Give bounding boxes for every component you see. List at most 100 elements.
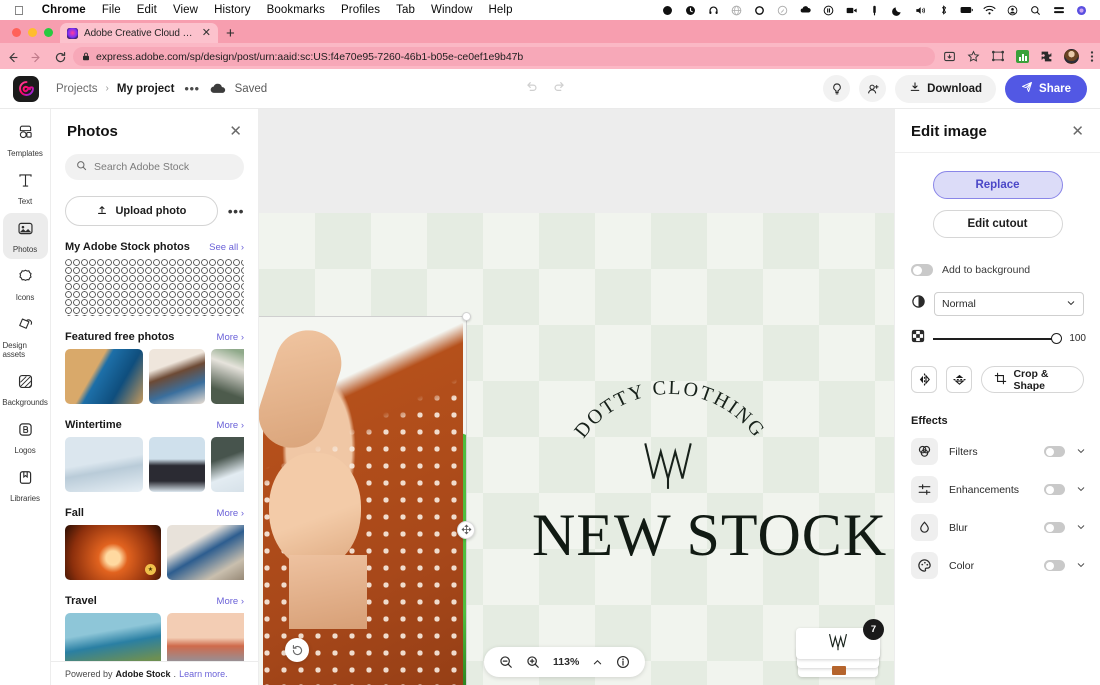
page-count-badge[interactable]: 7 (863, 619, 884, 640)
color-toggle[interactable] (1044, 560, 1065, 571)
menu-item-profiles[interactable]: Profiles (333, 4, 388, 16)
chevron-down-icon[interactable] (1076, 484, 1086, 496)
control-center-icon[interactable] (1052, 4, 1065, 17)
wifi-icon[interactable] (983, 4, 996, 17)
chevron-down-icon[interactable] (1076, 446, 1086, 458)
browser-tab[interactable]: Adobe Creative Cloud Express ✕ (60, 23, 218, 43)
search-input[interactable] (94, 161, 233, 173)
effect-row-color[interactable]: Color (895, 541, 1100, 579)
menu-item-window[interactable]: Window (423, 4, 481, 16)
maximize-window-button[interactable] (44, 28, 53, 37)
canvas-area[interactable]: DOTTY CLOTHING NEW STOCK 113% 7 (259, 109, 894, 685)
opacity-slider[interactable] (933, 332, 1062, 344)
upload-photo-button[interactable]: Upload photo (65, 196, 218, 226)
bluetooth-icon[interactable] (937, 4, 950, 17)
menu-item-file[interactable]: File (94, 4, 129, 16)
settings-icon[interactable] (776, 4, 789, 17)
pause-icon[interactable] (822, 4, 835, 17)
minimize-window-button[interactable] (28, 28, 37, 37)
chevron-down-icon[interactable] (1076, 560, 1086, 572)
globe-icon[interactable] (730, 4, 743, 17)
info-icon[interactable] (616, 655, 630, 669)
photo-thumbnail[interactable] (65, 349, 143, 404)
undo-icon[interactable] (525, 79, 539, 98)
photo-thumbnail[interactable] (149, 437, 205, 492)
breadcrumb-projects[interactable]: Projects (56, 83, 98, 95)
circle-icon[interactable] (753, 4, 766, 17)
chevron-up-icon[interactable] (592, 657, 603, 668)
clock-icon[interactable] (684, 4, 697, 17)
headline-text[interactable]: NEW STOCK (532, 501, 887, 570)
share-button[interactable]: Share (1005, 74, 1087, 103)
redo-icon[interactable] (552, 79, 566, 98)
sidebar-item-text[interactable]: Text (3, 165, 48, 211)
breadcrumb-current-project[interactable]: My project (117, 83, 175, 95)
flip-vertical-icon[interactable] (946, 366, 973, 393)
chrome-menu-icon[interactable] (1090, 50, 1094, 63)
photo-thumbnail[interactable]: ★ (65, 525, 161, 580)
screen-record-icon[interactable] (845, 4, 858, 17)
clip-icon[interactable] (868, 4, 881, 17)
photo-thumbnail[interactable] (149, 349, 205, 404)
stock-placeholder-grid[interactable] (65, 259, 244, 316)
menu-item-history[interactable]: History (206, 4, 258, 16)
headphone-icon[interactable] (707, 4, 720, 17)
search-icon[interactable] (1029, 4, 1042, 17)
close-icon[interactable]: ✕ (202, 27, 211, 39)
project-menu-button[interactable]: ••• (184, 81, 199, 96)
dropbox-icon[interactable] (799, 4, 812, 17)
chevron-down-icon[interactable] (1076, 522, 1086, 534)
search-stock-box[interactable] (65, 154, 244, 180)
menu-item-help[interactable]: Help (481, 4, 521, 16)
edit-cutout-button[interactable]: Edit cutout (932, 210, 1063, 238)
menu-item-chrome[interactable]: Chrome (34, 4, 94, 16)
close-window-button[interactable] (12, 28, 21, 37)
user-icon[interactable] (1006, 4, 1019, 17)
blend-mode-select[interactable]: Normal (934, 292, 1084, 316)
install-app-icon[interactable] (943, 50, 956, 63)
replace-button[interactable]: Replace (932, 171, 1063, 199)
photo-thumbnail[interactable] (211, 349, 244, 404)
add-to-background-row[interactable]: Add to background (895, 238, 1100, 276)
sidebar-item-backgrounds[interactable]: Backgrounds (2, 366, 48, 412)
page-stack-thumbnail[interactable]: 7 (796, 619, 884, 677)
monogram-logo[interactable] (637, 431, 699, 493)
more-link[interactable]: More › (217, 420, 244, 431)
more-link[interactable]: More › (217, 508, 244, 519)
photo-thumbnail[interactable] (65, 437, 143, 492)
flip-horizontal-icon[interactable] (911, 366, 938, 393)
menu-item-edit[interactable]: Edit (129, 4, 165, 16)
photo-thumbnail[interactable] (167, 613, 244, 668)
more-link[interactable]: More › (217, 332, 244, 343)
chart-extension-icon[interactable] (1016, 49, 1029, 63)
blur-toggle[interactable] (1044, 522, 1065, 533)
see-all-link[interactable]: See all › (209, 242, 244, 253)
zoom-out-icon[interactable] (499, 655, 513, 669)
bookmark-star-icon[interactable] (967, 49, 980, 63)
window-controls[interactable] (12, 28, 53, 37)
effect-row-filters[interactable]: Filters (895, 427, 1100, 465)
zoom-in-icon[interactable] (526, 655, 540, 669)
close-icon[interactable]: ✕ (229, 124, 242, 139)
opacity-slider-knob[interactable] (1051, 332, 1062, 344)
apple-icon[interactable]:  (14, 4, 24, 17)
download-button[interactable]: Download (895, 74, 997, 103)
frame-extension-icon[interactable] (991, 50, 1005, 62)
crop-and-shape-button[interactable]: Crop & Shape (981, 366, 1084, 393)
reset-icon[interactable] (285, 638, 309, 662)
effect-row-enhancements[interactable]: Enhancements (895, 465, 1100, 503)
photo-thumbnail[interactable] (65, 613, 161, 668)
address-bar[interactable]: express.adobe.com/sp/design/post/urn:aai… (73, 47, 935, 66)
filters-toggle[interactable] (1044, 446, 1065, 457)
adobe-express-logo[interactable] (13, 75, 39, 102)
battery-icon[interactable] (960, 4, 973, 17)
add-collaborator-icon[interactable] (859, 75, 887, 102)
learn-more-link[interactable]: Learn more. (179, 669, 228, 679)
moon-icon[interactable] (891, 4, 904, 17)
selected-photo-object[interactable] (259, 317, 466, 685)
close-icon[interactable]: ✕ (1071, 124, 1084, 139)
enhancements-toggle[interactable] (1044, 484, 1065, 495)
volume-icon[interactable] (914, 4, 927, 17)
reload-icon[interactable] (48, 48, 72, 63)
menu-item-tab[interactable]: Tab (388, 4, 423, 16)
